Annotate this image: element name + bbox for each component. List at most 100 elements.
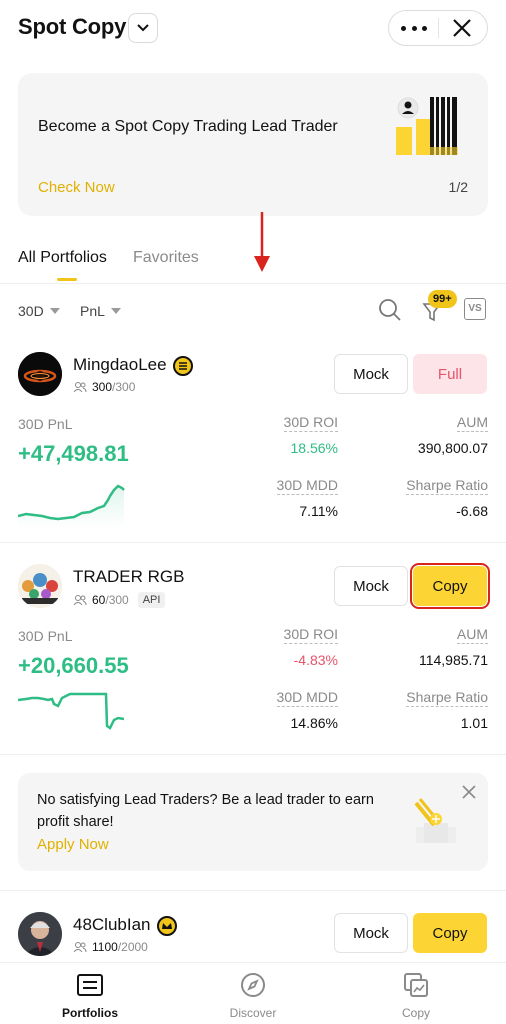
period-dropdown[interactable]: 30D — [18, 303, 60, 319]
trader-name[interactable]: MingdaoLee — [73, 355, 167, 375]
pnl-sparkline — [18, 484, 125, 528]
mdd-label: 30D MDD — [276, 477, 338, 495]
avatar — [18, 564, 62, 608]
pnl-label: 30D PnL — [18, 416, 73, 432]
full-button[interactable]: Full — [413, 354, 487, 394]
avatar-image-icon — [18, 352, 62, 396]
copy-button[interactable]: Copy — [410, 563, 490, 609]
divider — [0, 754, 506, 755]
close-icon[interactable] — [462, 785, 476, 799]
followers-value: 60 — [92, 593, 106, 607]
trader-card[interactable]: 48ClubIan 1100/2000 Mock Copy — [0, 900, 506, 962]
header-actions — [388, 10, 488, 46]
tab-favorites[interactable]: Favorites — [133, 249, 199, 267]
pnl-sparkline — [18, 692, 125, 730]
lead-trader-banner[interactable]: Become a Spot Copy Trading Lead Trader C… — [18, 73, 488, 216]
followers-count: 60/300 API — [73, 592, 166, 608]
period-value: 30D — [18, 303, 44, 319]
roi-label: 30D ROI — [283, 626, 338, 644]
compass-icon — [241, 973, 265, 997]
followers-count: 300/300 — [73, 380, 135, 394]
header: Spot Copy — [0, 0, 506, 60]
active-tab-indicator — [57, 278, 77, 281]
nav-portfolios[interactable]: Portfolios — [40, 971, 140, 1020]
portfolios-icon — [77, 974, 103, 996]
sort-value: PnL — [80, 303, 105, 319]
portfolio-tabs: All Portfolios Favorites — [0, 240, 506, 284]
divider — [0, 542, 506, 543]
avatar-image-icon — [18, 564, 62, 608]
pnl-value: +20,660.55 — [18, 653, 129, 678]
roi-value: -4.83% — [293, 652, 338, 668]
tier-badge-icon — [173, 356, 193, 376]
nav-label: Copy — [401, 1006, 430, 1020]
nav-label: Portfolios — [62, 1006, 118, 1020]
sharpe-value: -6.68 — [456, 503, 488, 519]
copy-icon — [404, 973, 428, 997]
followers-value: 1100 — [92, 940, 118, 954]
compare-icon[interactable]: VS — [464, 298, 486, 320]
sharpe-value: 1.01 — [460, 715, 488, 731]
nav-label: Discover — [229, 1006, 277, 1020]
avatar — [18, 352, 62, 396]
trader-card[interactable]: MingdaoLee 300/300 Mock Full 30D PnL +47… — [0, 340, 506, 542]
crown-badge-icon — [157, 916, 177, 936]
divider — [0, 890, 506, 891]
users-icon — [73, 942, 87, 953]
page-title: Spot Copy — [18, 14, 127, 39]
followers-value: 300 — [92, 380, 113, 394]
mdd-value: 14.86% — [290, 715, 338, 731]
more-icon[interactable] — [401, 19, 427, 37]
apply-now-link[interactable]: Apply Now — [37, 836, 109, 853]
api-tag: API — [137, 592, 166, 608]
pnl-value: +47,498.81 — [18, 441, 129, 466]
followers-capacity: /300 — [112, 380, 136, 394]
bottom-navigation: Portfolios Discover Copy — [0, 962, 506, 1024]
search-icon[interactable] — [378, 298, 402, 322]
lead-trader-illustration-icon — [396, 97, 458, 155]
followers-count: 1100/2000 — [73, 940, 148, 954]
nav-copy[interactable]: Copy — [366, 971, 466, 1020]
aum-label: AUM — [456, 626, 488, 644]
mock-button[interactable]: Mock — [334, 913, 408, 953]
check-now-link[interactable]: Check Now — [38, 179, 115, 196]
gift-illustration-icon — [414, 798, 456, 843]
followers-capacity: /300 — [105, 593, 129, 607]
followers-capacity: /2000 — [117, 940, 148, 954]
aum-value: 390,800.07 — [417, 440, 488, 456]
divider — [438, 18, 439, 38]
sharpe-label: Sharpe Ratio — [406, 689, 488, 707]
filter-bar: 30D PnL 99+ VS — [0, 290, 506, 330]
copy-button[interactable]: Copy — [413, 913, 487, 953]
nav-discover[interactable]: Discover — [203, 971, 303, 1020]
avatar-image-icon — [18, 912, 62, 956]
mdd-value: 7.11% — [299, 503, 338, 519]
title-dropdown-button[interactable] — [128, 13, 158, 43]
promo-text: No satisfying Lead Traders? Be a lead tr… — [37, 792, 374, 830]
users-icon — [73, 382, 87, 393]
mdd-label: 30D MDD — [276, 689, 338, 707]
caret-down-icon — [110, 308, 121, 314]
trader-name[interactable]: 48ClubIan — [73, 915, 151, 935]
trader-card[interactable]: TRADER RGB 60/300 API Mock Copy 30D PnL … — [0, 552, 506, 754]
pnl-label: 30D PnL — [18, 628, 73, 644]
filter-count-badge: 99+ — [428, 290, 457, 308]
chevron-down-icon — [137, 24, 149, 32]
users-icon — [73, 595, 87, 606]
close-icon[interactable] — [451, 17, 473, 39]
sort-dropdown[interactable]: PnL — [80, 303, 121, 319]
banner-pagination: 1/2 — [448, 179, 468, 195]
tab-all-portfolios[interactable]: All Portfolios — [18, 249, 107, 267]
mock-button[interactable]: Mock — [334, 354, 408, 394]
roi-value: 18.56% — [290, 440, 338, 456]
trader-name[interactable]: TRADER RGB — [73, 567, 184, 587]
caret-down-icon — [49, 308, 60, 314]
banner-title: Become a Spot Copy Trading Lead Trader — [38, 118, 338, 135]
lead-trader-promo[interactable]: No satisfying Lead Traders? Be a lead tr… — [18, 773, 488, 871]
mock-button[interactable]: Mock — [334, 566, 408, 606]
sharpe-label: Sharpe Ratio — [406, 477, 488, 495]
aum-value: 114,985.71 — [418, 652, 488, 668]
roi-label: 30D ROI — [283, 414, 338, 432]
avatar — [18, 912, 62, 956]
aum-label: AUM — [456, 414, 488, 432]
